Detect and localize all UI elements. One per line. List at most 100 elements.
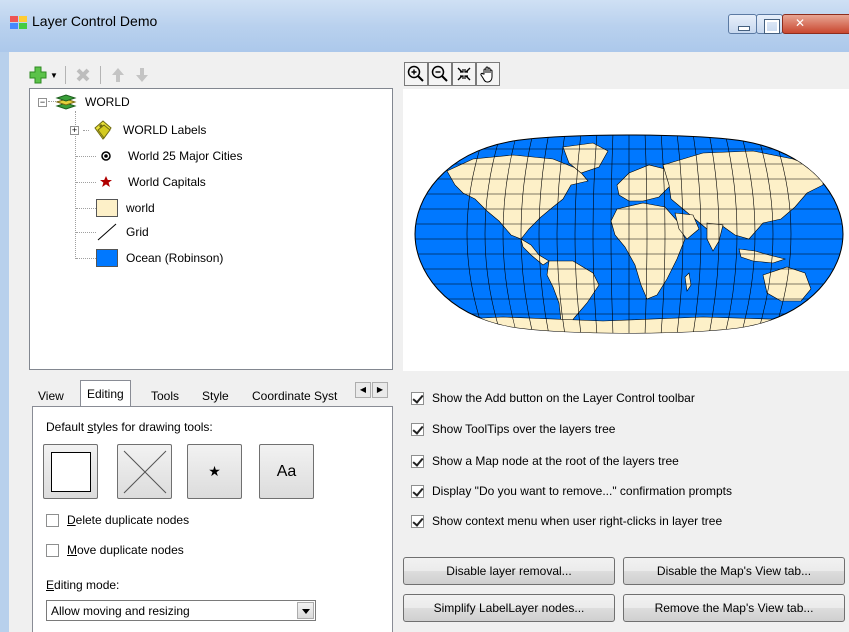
polygon-style-button[interactable] — [43, 444, 98, 499]
layers-stack-icon — [55, 94, 77, 110]
checkbox[interactable] — [411, 391, 424, 405]
checkbox-label: Show context menu when user right-clicks… — [432, 514, 723, 528]
tree-line — [76, 257, 96, 259]
editing-mode-value: Allow moving and resizing — [51, 604, 190, 618]
world-map — [414, 134, 844, 334]
zoom-in-button[interactable] — [404, 62, 428, 86]
arrow-left-icon: ◀ — [359, 385, 367, 394]
minimize-button[interactable] — [728, 14, 757, 34]
tab-label: View — [38, 389, 64, 403]
line-style-button[interactable] — [117, 444, 172, 499]
disable-view-tab-button[interactable]: Disable the Map's View tab... — [623, 557, 845, 585]
option-confirm-remove[interactable]: Display "Do you want to remove..." confi… — [411, 484, 732, 498]
pan-button[interactable] — [476, 62, 500, 86]
tab-style[interactable]: Style — [195, 384, 236, 406]
tab-label: Editing — [87, 387, 124, 401]
tree-node-layer[interactable]: world — [76, 197, 155, 219]
checkbox-label: Show the Add button on the Layer Control… — [432, 391, 695, 405]
star-icon — [100, 176, 112, 187]
zoom-out-button[interactable] — [428, 62, 452, 86]
checkbox[interactable] — [411, 514, 424, 528]
tab-tools[interactable]: Tools — [144, 384, 186, 406]
tree-node-root[interactable]: − WORLD — [38, 91, 132, 113]
tree-node-label: World Capitals — [128, 175, 206, 189]
toolbar-separator — [99, 66, 101, 84]
layers-tree[interactable]: − WORLD + WORLD Labels World 25 Major Ci… — [29, 88, 393, 370]
button-label: Disable the Map's View tab... — [656, 564, 812, 578]
tree-node-label: World 25 Major Cities — [128, 149, 243, 163]
default-styles-label: Default styles for drawing tools: — [46, 420, 213, 434]
labels-icon — [94, 120, 112, 140]
window-titlebar: Layer Control Demo ✕ — [0, 0, 849, 58]
checkbox[interactable] — [46, 513, 59, 527]
checkbox-label: Delete duplicate nodes — [67, 513, 190, 527]
point-style-button[interactable]: ★ — [187, 444, 242, 499]
tab-label: Style — [202, 389, 229, 403]
map-view[interactable] — [403, 89, 849, 371]
tab-scroll-right-button[interactable]: ▶ — [372, 382, 388, 398]
checkbox-label: Show ToolTips over the layers tree — [432, 422, 616, 436]
option-show-tooltips[interactable]: Show ToolTips over the layers tree — [411, 422, 615, 436]
add-layer-button[interactable] — [28, 65, 48, 85]
remove-view-tab-button[interactable]: Remove the Map's View tab... — [623, 594, 845, 622]
add-icon — [29, 66, 47, 84]
tree-line — [76, 207, 96, 209]
tree-node-layer[interactable]: + WORLD Labels — [70, 119, 206, 141]
move-up-button[interactable] — [108, 65, 128, 85]
tab-view[interactable]: View — [31, 384, 71, 406]
tab-strip: View Editing Tools Style Coordinate Syst… — [29, 380, 393, 407]
button-label: Remove the Map's View tab... — [654, 601, 814, 615]
layer-toolbar: ▼ — [28, 60, 152, 90]
polygon-fill-icon — [96, 249, 118, 267]
tree-node-label: WORLD — [85, 95, 130, 109]
checkbox-label: Move duplicate nodes — [67, 543, 184, 557]
disable-layer-removal-button[interactable]: Disable layer removal... — [403, 557, 615, 585]
tab-label: Tools — [151, 389, 180, 403]
delete-duplicate-nodes-option[interactable]: Delete duplicate nodes — [46, 513, 189, 527]
pan-icon — [480, 66, 493, 83]
line-style-icon — [123, 450, 166, 493]
close-icon: ✕ — [795, 16, 806, 30]
toolbar-separator — [64, 66, 66, 84]
collapse-icon[interactable]: − — [38, 97, 47, 107]
chevron-down-icon[interactable] — [297, 602, 314, 619]
tree-node-layer[interactable]: Ocean (Robinson) — [76, 247, 223, 269]
text-style-button[interactable]: Aa — [259, 444, 314, 499]
add-dropdown-arrow-icon[interactable]: ▼ — [50, 71, 58, 80]
move-duplicate-nodes-option[interactable]: Move duplicate nodes — [46, 543, 184, 557]
tab-scroll-left-button[interactable]: ◀ — [355, 382, 371, 398]
polygon-style-icon — [50, 451, 91, 492]
arrow-down-icon — [135, 68, 148, 82]
tree-node-layer[interactable]: Grid — [76, 221, 149, 243]
move-down-button[interactable] — [132, 65, 152, 85]
close-button[interactable]: ✕ — [782, 14, 849, 34]
maximize-button[interactable] — [756, 14, 783, 34]
full-extent-icon — [457, 67, 471, 81]
option-show-map-node[interactable]: Show a Map node at the root of the layer… — [411, 454, 679, 468]
checkbox[interactable] — [411, 454, 424, 468]
tab-editing[interactable]: Editing — [80, 380, 131, 407]
option-show-add-button[interactable]: Show the Add button on the Layer Control… — [411, 391, 695, 405]
checkbox[interactable] — [46, 543, 59, 557]
zoom-in-icon — [407, 65, 424, 82]
checkbox-label: Display "Do you want to remove..." confi… — [432, 484, 732, 498]
full-extent-button[interactable] — [452, 62, 476, 86]
tree-node-layer[interactable]: World 25 Major Cities — [76, 145, 242, 167]
option-context-menu[interactable]: Show context menu when user right-clicks… — [411, 514, 722, 528]
tree-line — [76, 181, 96, 183]
remove-icon — [76, 68, 90, 82]
tree-node-label: Ocean (Robinson) — [126, 251, 224, 265]
simplify-labellayer-button[interactable]: Simplify LabelLayer nodes... — [403, 594, 615, 622]
tree-line — [76, 231, 96, 233]
checkbox[interactable] — [411, 484, 424, 498]
button-label: Disable layer removal... — [446, 564, 572, 578]
tab-coordinate-system[interactable]: Coordinate Syst — [245, 384, 344, 406]
map-toolbar — [404, 62, 500, 86]
editing-mode-select[interactable]: Allow moving and resizing — [46, 600, 316, 621]
tree-node-layer[interactable]: World Capitals — [76, 171, 206, 193]
expand-icon[interactable]: + — [70, 125, 79, 135]
remove-layer-button[interactable] — [73, 65, 93, 85]
checkbox[interactable] — [411, 422, 424, 436]
polygon-fill-icon — [96, 199, 118, 217]
tree-line — [83, 129, 89, 131]
